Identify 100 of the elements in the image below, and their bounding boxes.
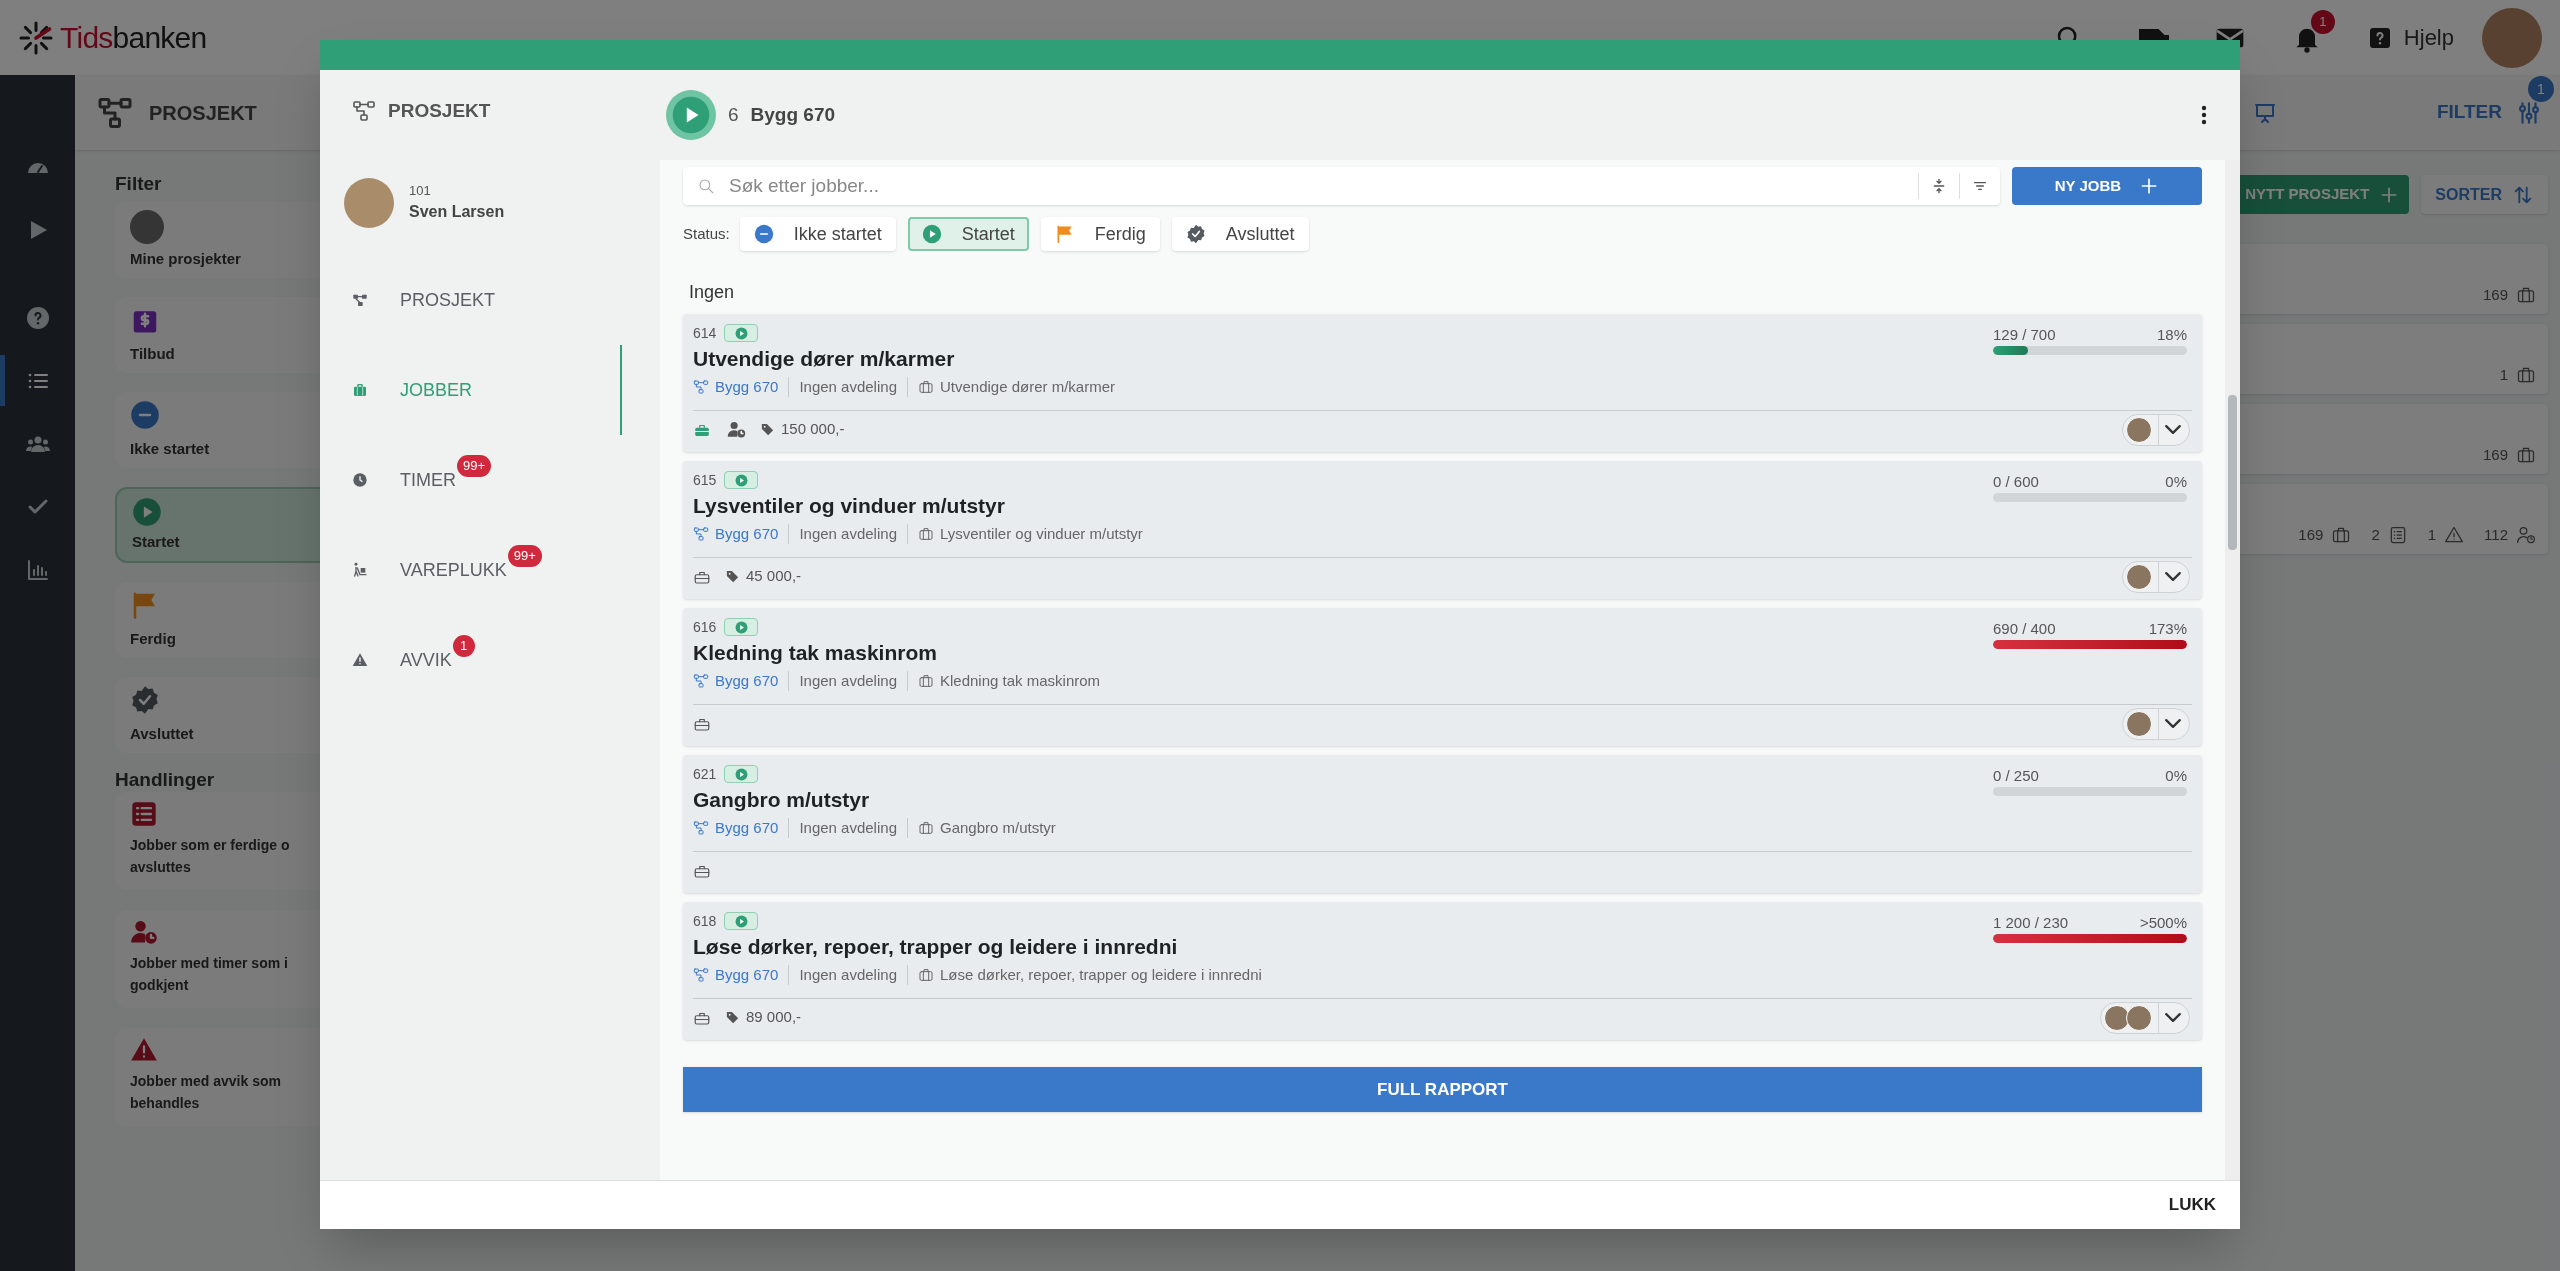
hierarchy-icon [693,673,709,689]
warning-icon [130,1036,158,1064]
job-description: Utvendige dører m/karmer [940,376,1116,397]
assignee-toggle[interactable] [2122,707,2190,740]
job-card[interactable]: 621 Gangbro m/utstyr Bygg 670 Ingen avdeling Gangbro m/utstyr 0 / 250 0% [683,755,2202,893]
job-description: Løse dørker, repoer, trapper og leidere i innredni [940,964,1262,985]
clock-icon [352,472,368,488]
hours-text: 0 / 250 [1993,766,2039,786]
price-text: 45 000,- [746,566,802,587]
project-link[interactable]: Bygg 670 [715,375,779,399]
sliders-icon [2516,99,2542,126]
avatar-photo [130,210,164,244]
warning-icon [352,652,368,668]
filter-count-badge: 1 [2528,76,2554,103]
percent-text: >500% [2139,913,2187,933]
status-filter-chip[interactable]: Startet [907,217,1029,251]
dialog-nav-item[interactable]: PROSJEKT [400,286,496,314]
logo-text: Tidsbanken [60,20,207,56]
job-card[interactable]: 615 Lysventiler og vinduer m/utstyr Bygg 670 Ingen avdeling Lysventiler og vinduer m/utstyr 0 / 600 0% 45 000,- [683,461,2202,599]
avatar-photo [2126,416,2152,443]
bar-chart-icon[interactable] [25,557,50,582]
percent-text: 18% [2156,325,2187,345]
user-clock-icon [130,918,158,946]
search-icon [697,177,715,195]
warning-icon [2444,524,2465,545]
job-number: 615 [693,470,717,490]
filter-label: Ikke startet [130,438,211,459]
dialog-nav-item[interactable]: JOBBER [400,376,473,404]
status-filter-chip[interactable]: Ikke startet [739,217,896,251]
action-label: Jobber som er ferdige o avsluttes [130,836,291,877]
dialog-nav-item[interactable]: AVVIK [400,646,452,674]
status-filter-chip[interactable]: Avsluttet [1171,217,1309,251]
help-icon[interactable] [25,305,50,330]
avatar-photo [2126,710,2152,737]
check-badge-icon [1185,224,1206,244]
percent-text: 173% [2148,619,2187,639]
job-title: Gangbro m/utstyr [693,787,871,813]
group-heading: Ingen [688,281,736,304]
minus-circle-icon [753,224,774,244]
hours-text: 129 / 700 [1993,325,2056,345]
hierarchy-icon [352,292,368,308]
help-icon[interactable] [2367,25,2392,50]
briefcase-icon [918,379,934,395]
sort-button[interactable]: SORTER [2421,175,2548,214]
scrollbar-thumb[interactable] [2228,395,2237,550]
employee-number: 101 [409,181,432,200]
play-circle-icon [734,914,748,928]
project-number: 6 [728,102,739,127]
play-circle-icon [132,497,162,527]
job-title: Kledning tak maskinrom [693,640,938,666]
assignee-toggle[interactable] [2100,1001,2190,1034]
project-link[interactable]: Bygg 670 [715,522,779,546]
status-label: Status: [683,223,730,244]
hours-text: 690 / 400 [1993,619,2056,639]
play-circle-icon [734,767,748,781]
job-card[interactable]: 618 Løse dørker, repoer, trapper og leidere i innredni Bygg 670 Ingen avdeling Løse dørker, repoer, trapper og leidere i innredni 1 200 / 230 >500% 89 000,- [683,902,2202,1040]
job-card[interactable]: 616 Kledning tak maskinrom Bygg 670 Ingen avdeling Kledning tak maskinrom 690 / 400 173% [683,608,2202,746]
project-link[interactable]: Bygg 670 [715,816,779,840]
help-link[interactable]: Hjelp [2403,21,2454,54]
checklist-icon [130,800,158,828]
play-circle-icon [734,326,748,340]
job-card[interactable]: 614 Utvendige dører m/karmer Bygg 670 Ingen avdeling Utvendige dører m/karmer 129 / 700 18% 150 000,- [683,314,2202,452]
assignee-toggle[interactable] [2122,413,2190,446]
search-field[interactable]: Søk etter jobber... [683,167,2000,205]
close-button[interactable]: LUKK [2168,1192,2216,1218]
price-tag-icon [725,1010,740,1025]
hours-text: 1 200 / 230 [1993,913,2069,933]
dialog-nav-item[interactable]: TIMER [400,466,456,494]
search-input[interactable]: Søk etter jobber... [729,171,1918,201]
price-tag-icon [725,569,740,584]
percent-text: 0% [2165,472,2187,492]
full-report-button[interactable]: FULL RAPPORT [683,1067,2202,1112]
avatar-photo [2126,1004,2152,1031]
job-number: 614 [693,323,717,343]
check-badge-icon [130,685,160,715]
job-title: Løse dørker, repoer, trapper og leidere i innredni [693,934,1179,960]
project-link[interactable]: Bygg 670 [715,963,779,987]
dialog-nav-item[interactable]: VAREPLUKK [400,556,507,584]
percent-text: 0% [2165,766,2187,786]
assignee-toggle[interactable] [2122,560,2190,593]
project-link[interactable]: Bygg 670 [715,669,779,693]
stat-count: 1 [2499,364,2508,385]
filter-label: Mine prosjekter [130,248,242,269]
filter-label: Tilbud [130,343,176,364]
avatar-photo [2126,563,2152,590]
play-circle-icon [921,224,942,244]
status-filter-chip[interactable]: Ferdig [1040,217,1160,251]
new-job-button[interactable]: NY JOBB [2012,167,2202,205]
avatar-photo [2104,1004,2130,1031]
hierarchy-icon [693,379,709,395]
briefcase-icon [352,382,368,398]
price-tag-icon [760,422,775,437]
play-circle-icon [734,620,748,634]
dialog-title: PROSJEKT [388,98,491,123]
count-badge: 99+ [457,455,492,477]
stat-count: 112 [2484,524,2508,545]
collapse-icon[interactable] [1931,178,1947,194]
price-text: 89 000,- [746,1007,802,1028]
hierarchy-icon [352,99,376,123]
count-badge: 1 [452,635,475,657]
